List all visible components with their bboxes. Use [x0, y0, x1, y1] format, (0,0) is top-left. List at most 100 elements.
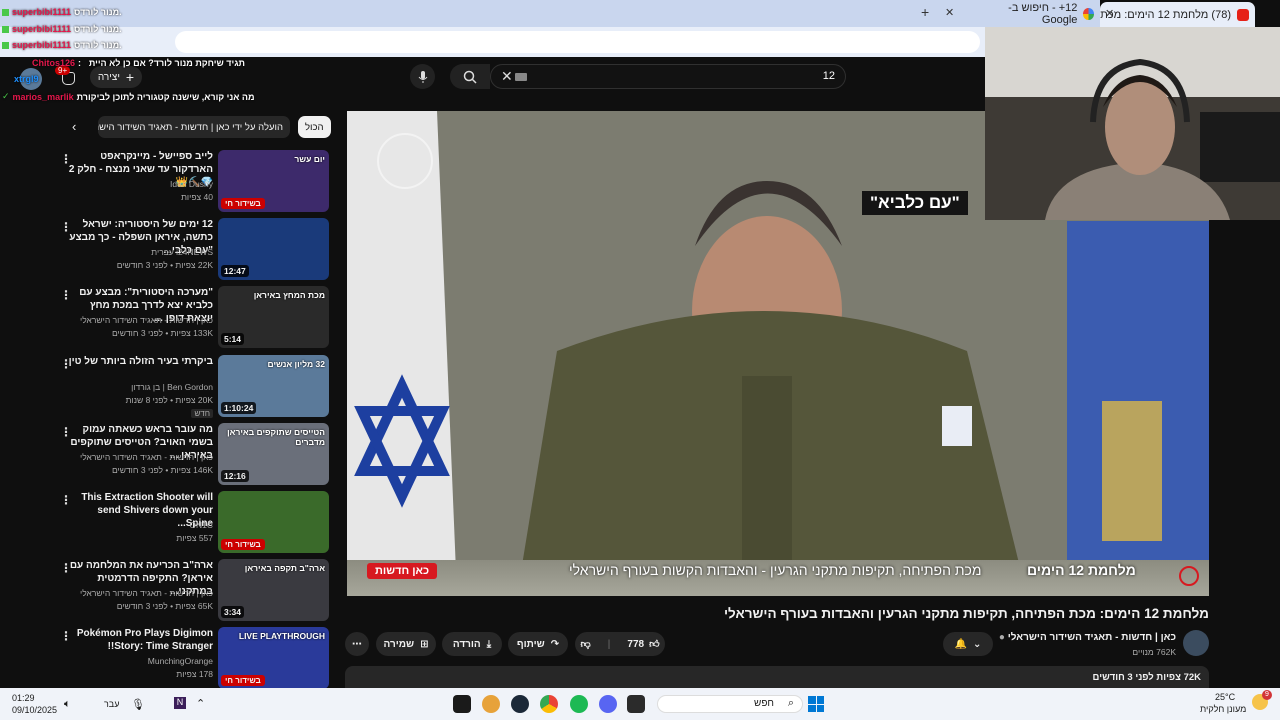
tab-google-search[interactable]: 12+ - חיפוש ב-Google: [985, 0, 1100, 27]
recommendation-channel[interactable]: Idan Dushy: [170, 179, 213, 189]
recommendation-item[interactable]: 12:47 12 ימים של היסטוריה: ישראל כתשה, א…: [60, 218, 330, 282]
more-horizontal-icon: ⋯: [352, 638, 362, 650]
recommendation-channel[interactable]: כאן | חדשות - תאגיד השידור הישראלי: [80, 315, 213, 325]
clear-search-icon[interactable]: ✕: [501, 68, 513, 85]
channel-logo-banner: כאן חדשות: [367, 563, 438, 579]
chrome-icon[interactable]: [540, 695, 558, 713]
thumbnail-text: 32 מליון אנשים: [267, 358, 326, 369]
like-button[interactable]: 👍︎ 778: [627, 638, 660, 651]
search-query: 12: [822, 70, 835, 82]
steam-icon[interactable]: [511, 695, 529, 713]
recommendation-item[interactable]: 32 מליון אנשים 1:10:24 ביקרתי בעיר הזולה…: [60, 354, 330, 419]
recommendation-title[interactable]: ביקרתי בעיר הזולה ביותר של טין: [63, 355, 213, 368]
more-vert-icon[interactable]: ⋮: [60, 288, 72, 302]
share-button[interactable]: ↷ שיתוף: [508, 632, 568, 656]
weather-badge: 9: [1262, 690, 1272, 700]
chip-uploaded-by[interactable]: הועלה על ידי כאן | חדשות - תאגיד השידור …: [98, 116, 290, 138]
thumbs-up-icon: 👍︎: [649, 639, 660, 650]
live-badge: בשידור חי: [221, 675, 265, 687]
more-vert-icon[interactable]: ⋮: [60, 561, 72, 575]
spotify-icon[interactable]: [570, 695, 588, 713]
chip-all[interactable]: הכול: [298, 116, 331, 138]
chat-message: superbibi1111 מנור לורדס.: [2, 7, 122, 17]
download-button[interactable]: ⤓ הורדה: [442, 632, 502, 656]
weather-temp[interactable]: 25°C: [1215, 692, 1235, 702]
video-thumbnail[interactable]: LIVE PLAYTHROUGH בשידור חי: [218, 627, 329, 690]
dislike-button[interactable]: 👎︎: [581, 638, 591, 650]
description-box[interactable]: 72K צפיות לפני 3 חודשים: [345, 666, 1209, 688]
recommendation-title[interactable]: Pokémon Pro Plays Digimon Story: Time St…: [63, 627, 213, 653]
chat-message: xtrgl9: [14, 74, 39, 84]
tab-youtube-video[interactable]: (78) מלחמת 12 הימים: מכת: [1100, 2, 1255, 27]
video-thumbnail[interactable]: בשידור חי: [218, 491, 329, 553]
recommendation-channel[interactable]: כאן | חדשות - תאגיד השידור הישראלי: [80, 452, 213, 462]
clock-date[interactable]: 09/10/2025: [12, 705, 57, 715]
chevron-up-icon[interactable]: ⌃: [196, 697, 205, 710]
badge-icon: [2, 8, 9, 16]
taskbar-search[interactable]: חפש ⌕: [657, 695, 803, 713]
microphone-tray-icon[interactable]: 🎙︎: [131, 698, 145, 711]
recommendation-meta: 20K צפיות • לפני 8 שנות: [125, 394, 213, 405]
recommendation-item[interactable]: הטייסים שתוקפים באיראן מדברים 12:16 מה ע…: [60, 422, 330, 487]
app-icon[interactable]: [482, 695, 500, 713]
weather-desc: מעונן חלקית: [1200, 704, 1247, 714]
more-vert-icon[interactable]: ⋮: [60, 152, 72, 166]
video-thumbnail[interactable]: 32 מליון אנשים 1:10:24: [218, 354, 329, 417]
video-thumbnail[interactable]: ארה"ב תקפה באיראן 3:34: [218, 559, 329, 622]
address-field[interactable]: [175, 31, 980, 53]
views-and-date: 72K צפיות לפני 3 חודשים: [1092, 672, 1201, 683]
search-button[interactable]: [450, 64, 490, 89]
video-thumbnail[interactable]: יום עשר בשידור חי: [218, 150, 329, 212]
close-tab-icon[interactable]: ✕: [945, 6, 954, 19]
more-vert-icon[interactable]: ⋮: [60, 357, 72, 371]
new-tab-plus-icon[interactable]: +: [921, 4, 929, 20]
search-input[interactable]: 12 ✕: [490, 64, 846, 89]
channel-name[interactable]: כאן | חדשות - תאגיד השידור הישראלי ●: [999, 632, 1176, 643]
recommendation-channel[interactable]: i24NEWS עברית: [151, 247, 213, 257]
recommendation-channel[interactable]: ON1C: [189, 520, 213, 530]
recommendation-item[interactable]: בשידור חי This Extraction Shooter will s…: [60, 491, 330, 555]
discord-icon[interactable]: [599, 695, 617, 713]
voice-search-button[interactable]: [410, 64, 435, 89]
subscription-bell-button[interactable]: ⌄ 🔔: [943, 632, 993, 656]
save-button[interactable]: ⊞ שמירה: [376, 632, 436, 656]
more-actions-button[interactable]: ⋯: [345, 632, 369, 656]
recommendation-channel[interactable]: כאן | חדשות - תאגיד השידור הישראלי: [80, 588, 213, 598]
recommendation-item[interactable]: מכת המחץ באיראן 5:14 "מערכה היסטורית": מ…: [60, 286, 330, 350]
recommendation-channel[interactable]: MunchingOrange: [148, 656, 213, 666]
thumbs-down-icon: 👎︎: [580, 639, 591, 650]
more-vert-icon[interactable]: ⋮: [60, 220, 72, 234]
speaker-icon[interactable]: 🔈︎: [64, 698, 71, 711]
recommendation-item[interactable]: LIVE PLAYTHROUGH בשידור חי Pokémon Pro P…: [60, 627, 330, 691]
webcam-frame: [985, 27, 1280, 220]
keyboard-icon[interactable]: [515, 73, 527, 81]
recommendation-item[interactable]: יום עשר בשידור חי לייב ספיישל - מיינקראפ…: [60, 150, 330, 214]
clock-time[interactable]: 01:29: [12, 693, 35, 703]
close-tab-icon[interactable]: ✕: [1105, 7, 1114, 20]
recommendation-item[interactable]: ארה"ב תקפה באיראן 3:34 ארה"ב הכריעה את ה…: [60, 559, 330, 623]
video-thumbnail[interactable]: מכת המחץ באיראן 5:14: [218, 286, 329, 349]
more-vert-icon[interactable]: ⋮: [60, 493, 72, 507]
more-vert-icon[interactable]: ⋮: [60, 629, 72, 643]
input-language[interactable]: עבר: [104, 699, 119, 709]
recommendation-channel[interactable]: Ben Gordon | בן גורדון: [131, 382, 213, 392]
chevron-down-icon: ⌄: [973, 638, 982, 650]
recommendation-meta: 146K צפיות • לפני 3 חודשים: [111, 464, 213, 475]
video-thumbnail[interactable]: הטייסים שתוקפים באיראן מדברים 12:16: [218, 422, 329, 485]
task-view-icon[interactable]: [627, 695, 645, 713]
start-windows-icon[interactable]: [808, 696, 824, 712]
more-vert-icon[interactable]: ⋮: [60, 425, 72, 439]
chat-message: superbibi1111 מנור לורדס.: [2, 40, 122, 50]
channel-avatar[interactable]: [1183, 630, 1209, 656]
app-tray-icon[interactable]: N: [174, 697, 186, 709]
capcut-icon[interactable]: [453, 695, 471, 713]
badge-icon: [2, 41, 9, 49]
scrollbar[interactable]: [1268, 220, 1280, 688]
duration-badge: 12:47: [221, 265, 249, 278]
play-circle-icon: [1179, 566, 1199, 586]
chat-message: superbibi1111 מנור לורדס.: [2, 24, 122, 34]
create-button[interactable]: יצירה +: [90, 66, 142, 88]
video-title: מלחמת 12 הימים: מכת הפתיחה, תקיפות מתקני…: [723, 606, 1209, 621]
video-thumbnail[interactable]: 12:47: [218, 218, 329, 281]
chevron-left-icon[interactable]: ‹: [72, 119, 76, 134]
